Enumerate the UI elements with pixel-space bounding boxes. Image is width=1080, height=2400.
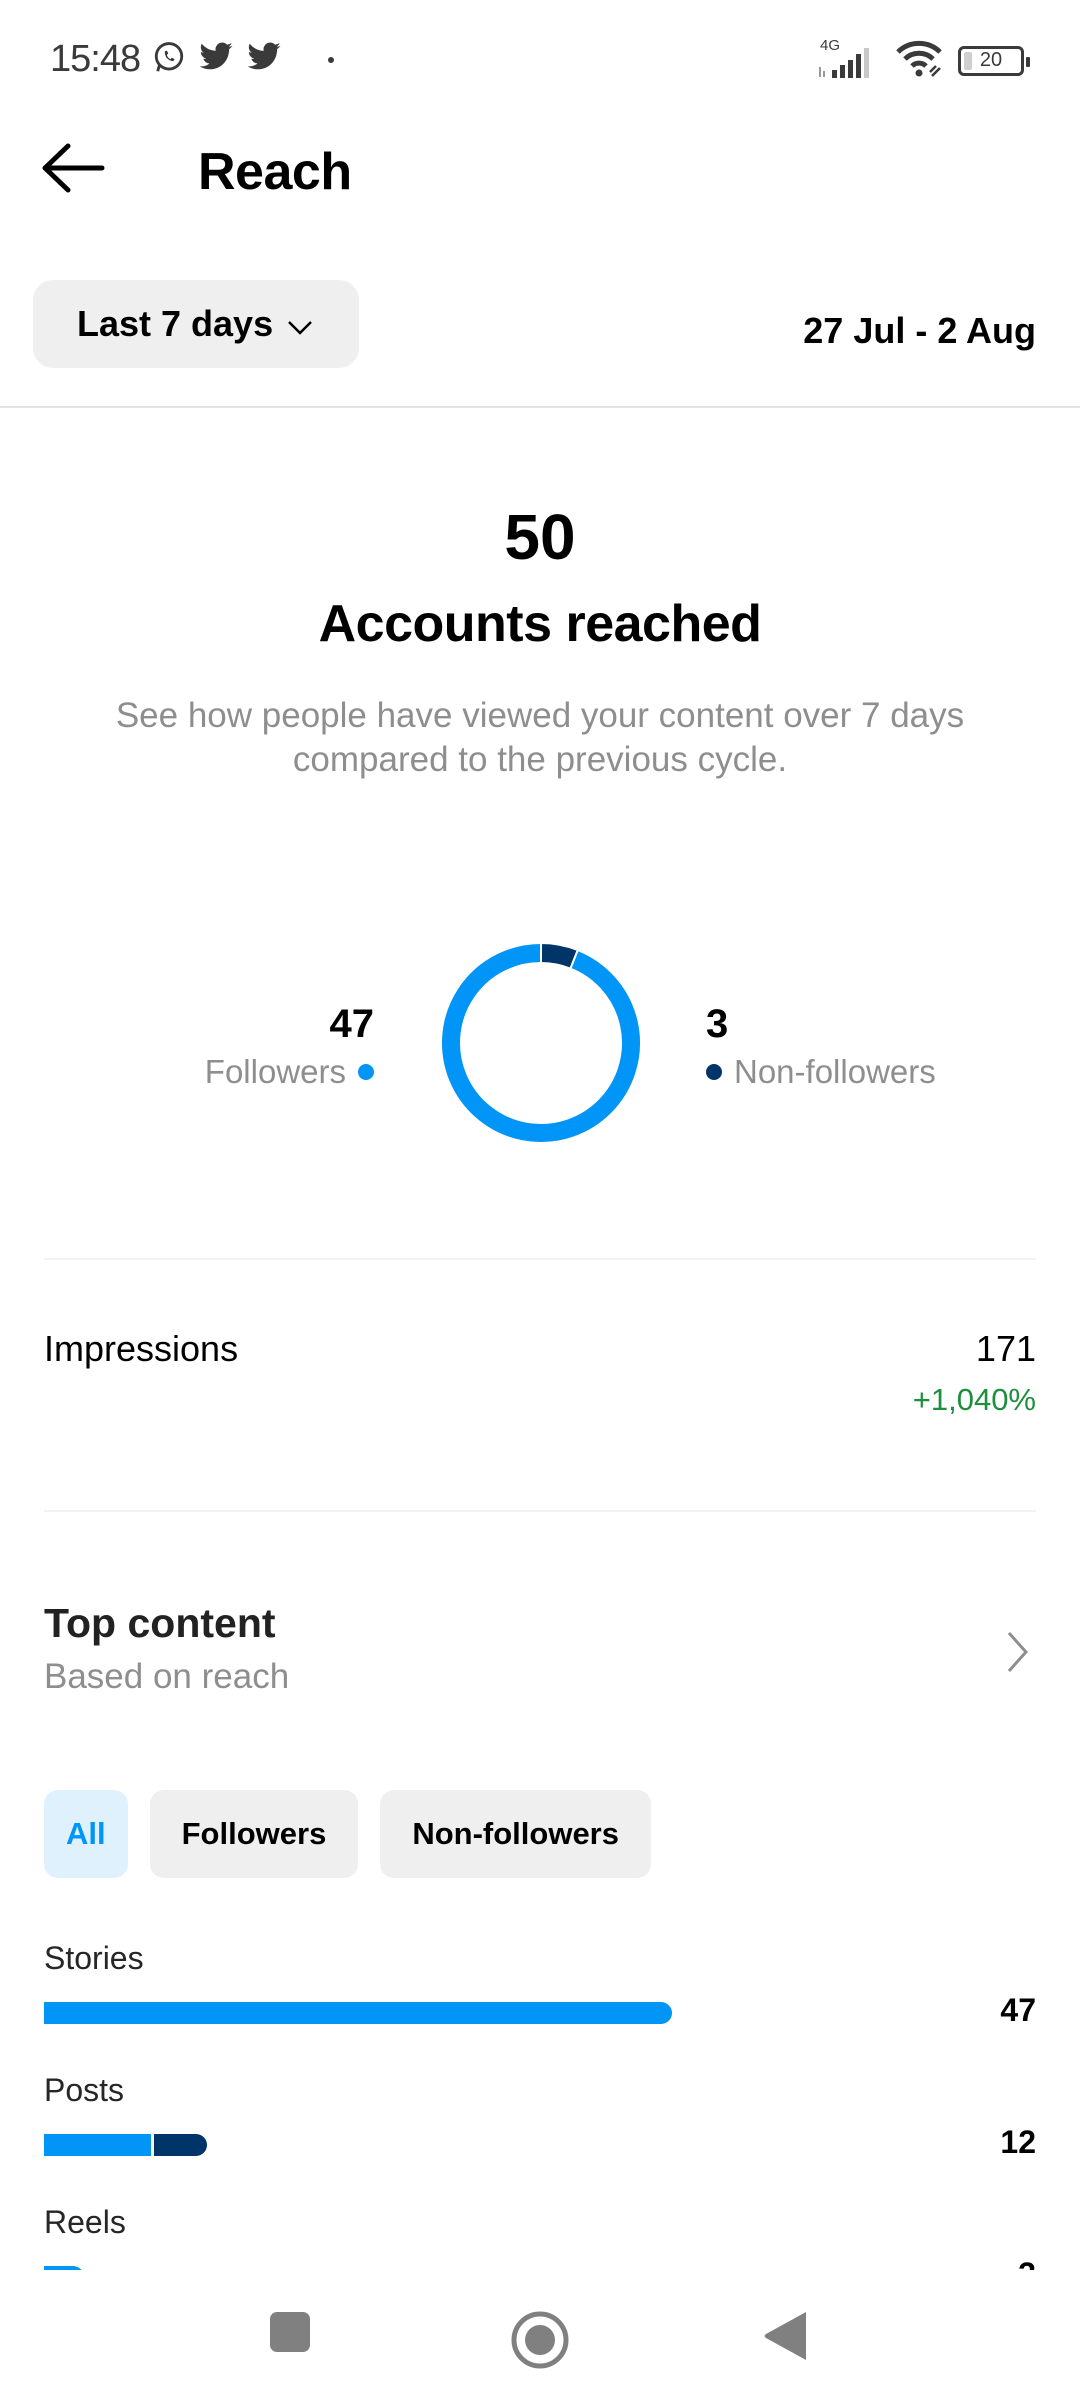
top-content-title: Top content (44, 1600, 276, 1646)
back-triangle-icon (762, 2310, 808, 2367)
system-icons: 4G 20 (816, 37, 1030, 83)
accounts-reached-label: Accounts reached (318, 595, 762, 653)
followers-legend-dot (358, 1064, 374, 1080)
app-header: Reach (0, 120, 1080, 220)
bar-segment-non-followers (153, 2134, 208, 2156)
notification-icons (152, 40, 334, 79)
legend-non-followers: 3 Non-followers (706, 1002, 936, 1091)
non-followers-legend-dot (706, 1064, 722, 1080)
back-button[interactable] (40, 140, 110, 200)
content-row-reels[interactable]: Reels 3 (44, 2204, 1036, 2270)
section-divider (44, 1510, 1036, 1512)
content-row-posts[interactable]: Posts 12 (44, 2072, 1036, 2204)
content-value: 47 (1000, 1992, 1036, 2028)
non-followers-value: 3 (706, 1002, 729, 1046)
bar-segment-followers (44, 2002, 672, 2024)
battery-icon: 20 (958, 45, 1030, 76)
content-row-stories[interactable]: Stories 47 (44, 1940, 1036, 2072)
date-range-label: 27 Jul - 2 Aug (803, 310, 1036, 351)
content-type-list: Stories 47 Posts 12 Reels 3 (0, 1940, 1080, 2270)
content-type-label: Posts (44, 2072, 125, 2108)
status-time: 15:48 (50, 38, 141, 80)
donut-slice-followers (440, 941, 642, 1144)
date-range-selected: Last 7 days (77, 303, 274, 344)
filter-row: Last 7 days 27 Jul - 2 Aug (0, 280, 1080, 370)
content-type-label: Stories (44, 1940, 144, 1976)
legend-followers: 47 Followers (205, 1002, 374, 1091)
content-value: 3 (1018, 2256, 1036, 2270)
audience-breakdown: 47 Followers 3 Non-followers (0, 940, 1080, 1160)
chevron-down-icon (273, 303, 313, 345)
impressions-change: +1,040% (912, 1382, 1036, 1417)
bar-segment-followers (44, 2134, 151, 2156)
followers-label: Followers (204, 1053, 346, 1090)
home-icon (510, 2310, 570, 2375)
whatsapp-icon (152, 40, 186, 79)
page-title: Reach (198, 143, 352, 201)
date-range-dropdown[interactable]: Last 7 days (33, 280, 359, 368)
reach-summary: 50 Accounts reached See how people have … (0, 500, 1080, 782)
system-nav-bar (0, 2270, 1080, 2400)
recents-button[interactable] (268, 2310, 312, 2359)
home-button[interactable] (510, 2310, 570, 2375)
content-type-label: Reels (44, 2204, 126, 2240)
top-content-subtitle: Based on reach (44, 1657, 290, 1696)
twitter-icon (198, 41, 234, 78)
chip-all[interactable]: All (44, 1790, 128, 1878)
section-divider (44, 1258, 1036, 1260)
header-divider (0, 406, 1080, 408)
content-bar (44, 2134, 208, 2156)
more-notifications-dot (328, 56, 334, 63)
arrow-left-icon (40, 142, 106, 199)
content-bar (44, 2002, 672, 2024)
status-bar: 15:48 4G 20 (0, 0, 1080, 120)
content-value: 12 (1000, 2124, 1036, 2160)
cellular-signal-icon: 4G (816, 37, 882, 81)
audience-filter-chips: All Followers Non-followers (44, 1790, 651, 1878)
recents-icon (268, 2310, 312, 2359)
chevron-right-icon[interactable] (1006, 1630, 1030, 1679)
impressions-value: 171 (975, 1328, 1036, 1369)
summary-description: See how people have viewed your content … (115, 696, 965, 779)
impressions-label: Impressions (44, 1328, 239, 1369)
chip-followers[interactable]: Followers (149, 1790, 359, 1878)
chip-non-followers[interactable]: Non-followers (380, 1790, 651, 1878)
non-followers-label: Non-followers (734, 1053, 936, 1090)
wifi-icon (896, 38, 944, 83)
followers-value: 47 (329, 1002, 375, 1046)
top-content-header[interactable]: Top content Based on reach (44, 1600, 1036, 1710)
reach-donut-chart (440, 941, 642, 1144)
accounts-reached-count: 50 (504, 501, 576, 573)
battery-level: 20 (979, 49, 1003, 71)
system-back-button[interactable] (762, 2310, 808, 2367)
twitter-icon (246, 41, 282, 78)
